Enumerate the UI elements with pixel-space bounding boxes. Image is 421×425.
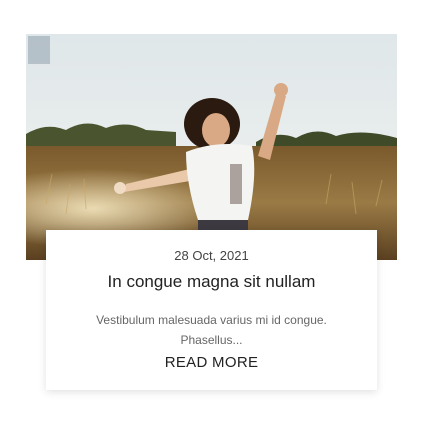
post-content: 28 Oct, 2021 In congue magna sit nullam … (46, 230, 377, 390)
read-more-link[interactable]: READ MORE (46, 354, 377, 371)
hero-photo (26, 34, 397, 260)
post-title[interactable]: In congue magna sit nullam (46, 272, 377, 292)
post-excerpt: Vestibulum malesuada varius mi id congue… (96, 313, 327, 347)
post-date: 28 Oct, 2021 (174, 248, 249, 263)
post-hero-image[interactable] (26, 34, 397, 260)
blog-post-card: 28 Oct, 2021 In congue magna sit nullam … (26, 34, 397, 394)
